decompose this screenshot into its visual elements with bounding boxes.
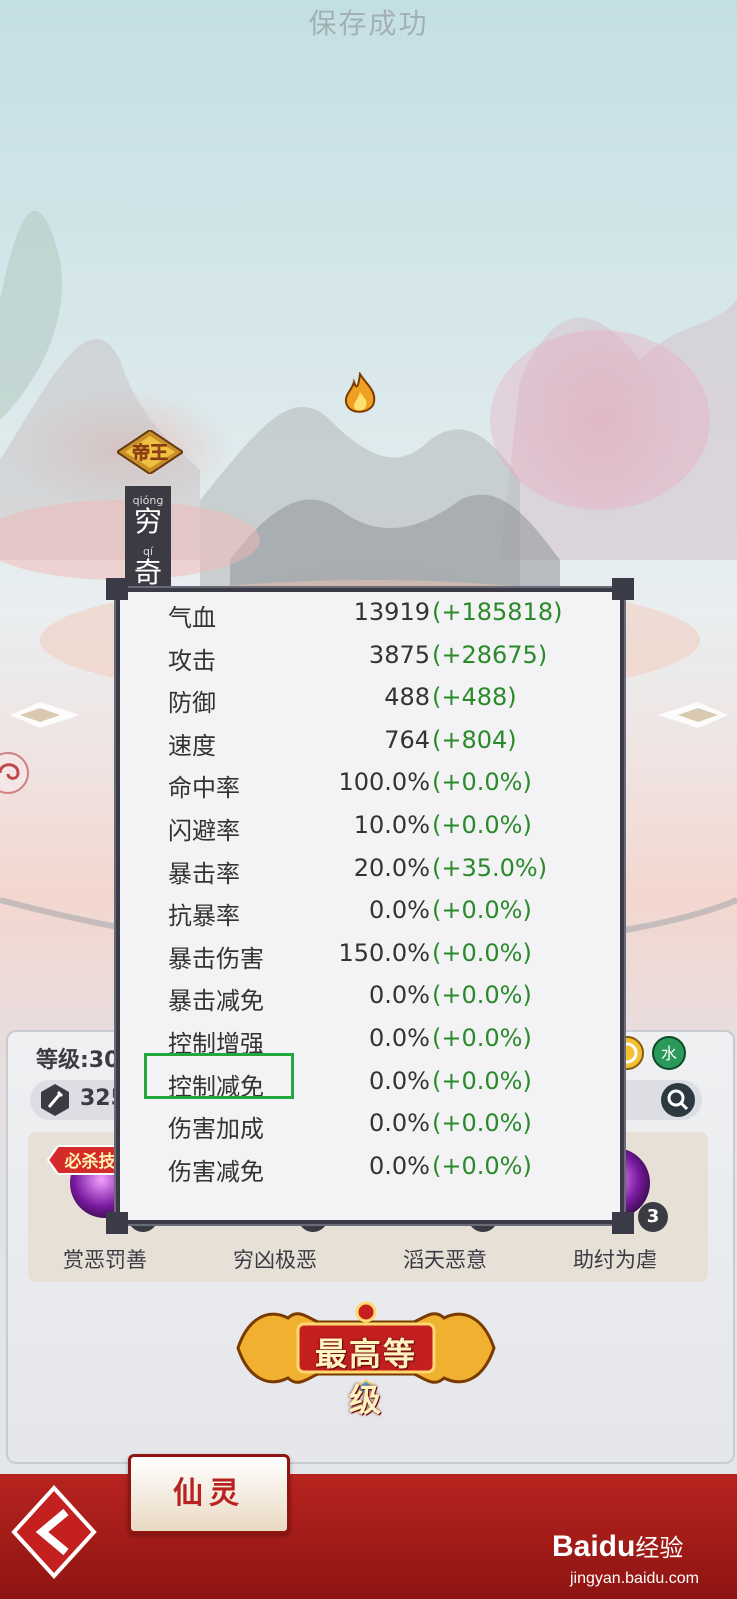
stat-base-value: 100.0% bbox=[338, 768, 430, 797]
stat-label: 速度 bbox=[168, 731, 216, 760]
water-element-icon[interactable]: 水 bbox=[652, 1036, 686, 1070]
hero-name-strip: qióng 穷 qí 奇 bbox=[125, 486, 171, 596]
stat-row: 伤害加成 0.0% (+0.0%) bbox=[168, 1109, 588, 1149]
stat-base-value: 10.0% bbox=[353, 811, 430, 839]
skill-name: 赏恶罚善 bbox=[63, 1248, 147, 1272]
skill-name: 助纣为虐 bbox=[573, 1248, 657, 1272]
stat-base-value: 0.0% bbox=[369, 1066, 430, 1095]
popup-corner bbox=[106, 578, 128, 600]
skill-level-badge: 3 bbox=[638, 1202, 668, 1232]
name-char-2: 奇 bbox=[133, 556, 162, 589]
watermark-suffix: 经验 bbox=[635, 1535, 684, 1562]
svg-text:帝王: 帝王 bbox=[132, 442, 168, 464]
tab-xianling-label: 仙灵 bbox=[173, 1476, 245, 1511]
stat-label: 伤害加成 bbox=[168, 1115, 264, 1144]
stat-base-value: 0.0% bbox=[369, 1024, 430, 1052]
stat-bonus-value: (+0.0%) bbox=[432, 811, 532, 839]
previous-arrow-icon[interactable] bbox=[10, 700, 80, 730]
fire-element-icon bbox=[344, 372, 376, 413]
stat-row: 伤害减免 0.0% (+0.0%) bbox=[168, 1152, 588, 1192]
stat-row: 速度 764 (+804) bbox=[168, 726, 588, 766]
stat-bonus-value: (+28675) bbox=[432, 640, 548, 669]
stat-base-value: 764 bbox=[384, 725, 430, 754]
stat-base-value: 13919 bbox=[353, 598, 430, 626]
watermark-url: jingyan.baidu.com bbox=[570, 1570, 699, 1587]
max-level-label: 最高等级 bbox=[314, 1335, 417, 1419]
next-arrow-icon[interactable] bbox=[658, 700, 728, 730]
stat-label: 抗暴率 bbox=[168, 902, 240, 931]
skill-name: 滔天恶意 bbox=[403, 1248, 487, 1272]
stat-row: 暴击率 20.0% (+35.0%) bbox=[168, 854, 588, 894]
stat-label: 伤害减免 bbox=[168, 1157, 264, 1186]
side-swirl-button[interactable] bbox=[0, 748, 32, 798]
stat-bonus-value: (+35.0%) bbox=[432, 853, 548, 882]
baidu-watermark: Baidu经验 bbox=[552, 1528, 683, 1564]
stat-base-value: 0.0% bbox=[369, 981, 430, 1010]
stat-bonus-value: (+0.0%) bbox=[432, 1024, 532, 1052]
stat-row: 命中率 100.0% (+0.0%) bbox=[168, 768, 588, 808]
stat-base-value: 0.0% bbox=[369, 1109, 430, 1138]
stat-label: 防御 bbox=[168, 689, 216, 718]
stat-bonus-value: (+185818) bbox=[432, 598, 563, 626]
stat-label: 气血 bbox=[168, 604, 216, 632]
stat-bonus-value: (+0.0%) bbox=[432, 1151, 532, 1180]
stat-bonus-value: (+488) bbox=[432, 683, 517, 712]
stat-row: 攻击 3875 (+28675) bbox=[168, 641, 588, 681]
stat-label: 暴击减免 bbox=[168, 987, 264, 1016]
stat-bonus-value: (+0.0%) bbox=[432, 1109, 532, 1138]
stat-base-value: 488 bbox=[384, 683, 430, 712]
svg-text:必杀技: 必杀技 bbox=[64, 1151, 117, 1172]
stat-bonus-value: (+804) bbox=[432, 725, 517, 754]
popup-corner bbox=[612, 1212, 634, 1234]
stat-row: 抗暴率 0.0% (+0.0%) bbox=[168, 896, 588, 936]
popup-corner bbox=[612, 578, 634, 600]
stat-row: 闪避率 10.0% (+0.0%) bbox=[168, 811, 588, 851]
stat-row: 防御 488 (+488) bbox=[168, 683, 588, 723]
stat-base-value: 0.0% bbox=[369, 896, 430, 925]
highlight-box bbox=[144, 1053, 294, 1099]
stat-row: 气血 13919 (+185818) bbox=[168, 598, 588, 638]
search-icon[interactable] bbox=[660, 1082, 696, 1118]
stat-label: 暴击率 bbox=[168, 859, 240, 888]
stat-base-value: 20.0% bbox=[353, 853, 430, 882]
stat-label: 攻击 bbox=[168, 646, 216, 675]
stat-label: 命中率 bbox=[168, 774, 240, 803]
title-badge: 帝王 bbox=[117, 430, 183, 474]
level-label: 等级:30 bbox=[36, 1048, 120, 1073]
back-button[interactable] bbox=[8, 1482, 100, 1582]
tab-xianling[interactable]: 仙灵 bbox=[128, 1454, 290, 1534]
stat-base-value: 150.0% bbox=[338, 938, 430, 967]
skill-name: 穷凶极恶 bbox=[233, 1248, 317, 1272]
stat-row: 暴击伤害 150.0% (+0.0%) bbox=[168, 939, 588, 979]
popup-corner bbox=[106, 1212, 128, 1234]
stat-base-value: 0.0% bbox=[369, 1151, 430, 1180]
stat-bonus-value: (+0.0%) bbox=[432, 1066, 532, 1095]
stat-label: 暴击伤害 bbox=[168, 944, 264, 973]
stat-label: 闪避率 bbox=[168, 817, 240, 845]
stat-row: 暴击减免 0.0% (+0.0%) bbox=[168, 981, 588, 1021]
stat-bonus-value: (+0.0%) bbox=[432, 768, 532, 797]
watermark-brand: Baidu bbox=[552, 1530, 636, 1563]
stat-base-value: 3875 bbox=[368, 640, 430, 669]
stat-bonus-value: (+0.0%) bbox=[432, 981, 532, 1010]
sword-icon bbox=[41, 1084, 69, 1116]
stat-bonus-value: (+0.0%) bbox=[432, 938, 532, 967]
stat-bonus-value: (+0.0%) bbox=[432, 896, 532, 925]
save-success-toast: 保存成功 bbox=[308, 7, 429, 40]
name-char-1: 穷 bbox=[133, 505, 162, 538]
svg-text:水: 水 bbox=[661, 1044, 677, 1063]
